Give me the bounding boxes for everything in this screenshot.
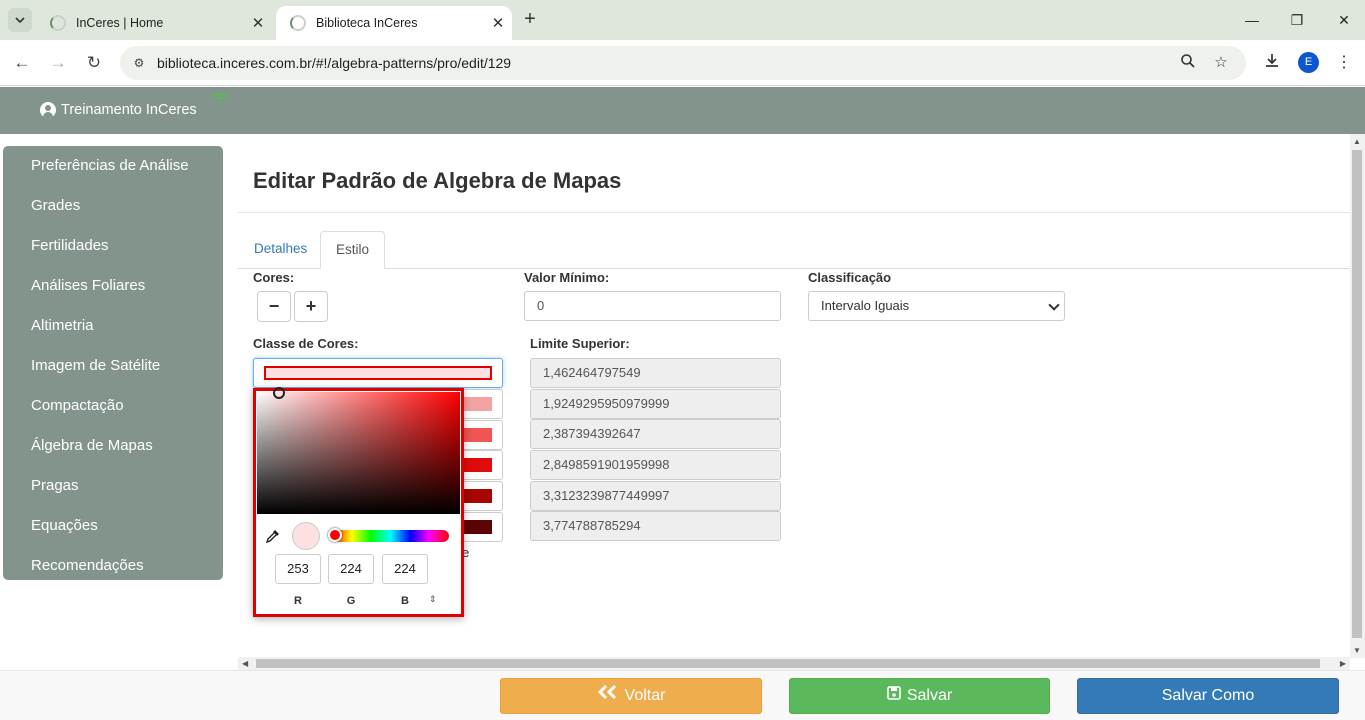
- scroll-up-icon[interactable]: ▲: [1353, 137, 1361, 146]
- hue-slider[interactable]: [332, 530, 449, 542]
- sidebar-item-algebra-mapas[interactable]: Álgebra de Mapas: [3, 426, 223, 466]
- classificacao-select[interactable]: Intervalo Iguais: [808, 291, 1065, 321]
- color-preview: [292, 522, 320, 550]
- classificacao-selected-value: Intervalo Iguais: [821, 298, 910, 313]
- menu-kebab-icon[interactable]: ⋮: [1333, 52, 1355, 74]
- limite-superior-label: Limite Superior:: [530, 336, 630, 351]
- app-header: Treinamento InCeres: [0, 87, 1365, 134]
- divider: [238, 212, 1350, 213]
- minimize-button[interactable]: —: [1240, 8, 1264, 32]
- valor-minimo-label: Valor Mínimo:: [524, 270, 610, 285]
- red-input[interactable]: 253: [275, 554, 321, 584]
- save-as-button-label: Salvar Como: [1161, 687, 1255, 704]
- user-circle-icon: [40, 102, 56, 118]
- valor-minimo-input[interactable]: 0: [524, 291, 781, 321]
- close-icon[interactable]: ✕: [244, 14, 272, 32]
- browser-toolbar: ← → ↻ ⚙ biblioteca.inceres.com.br/#!/alg…: [0, 40, 1365, 86]
- user-name: Treinamento InCeres: [61, 102, 197, 118]
- red-label: R: [294, 595, 302, 607]
- profile-avatar[interactable]: E: [1298, 52, 1319, 73]
- wifi-icon: [211, 93, 229, 103]
- tab-estilo[interactable]: Estilo: [320, 231, 386, 269]
- footer-bar: Voltar Salvar Salvar Como: [0, 670, 1365, 720]
- tab-title: Biblioteca InCeres: [316, 16, 418, 30]
- download-icon[interactable]: [1261, 52, 1283, 74]
- page-title: Editar Padrão de Algebra de Mapas: [253, 168, 622, 193]
- tab-search-button[interactable]: [8, 8, 32, 32]
- classificacao-label: Classificação: [808, 270, 892, 285]
- limite-superior-value: 1,9249295950979999: [530, 389, 781, 419]
- tab-detalhes[interactable]: Detalhes: [239, 231, 322, 269]
- color-swatch: [264, 366, 492, 380]
- sidebar-item-recomendacoes[interactable]: Recomendações: [3, 546, 223, 586]
- limite-superior-value: 3,774788785294: [530, 511, 781, 541]
- loading-icon: [50, 15, 66, 31]
- sidebar-item-imagem-satelite[interactable]: Imagem de Satélite: [3, 346, 223, 386]
- sidebar-item-fertilidades[interactable]: Fertilidades: [3, 226, 223, 266]
- limite-superior-value: 3,3123239877449997: [530, 481, 781, 511]
- address-bar[interactable]: ⚙ biblioteca.inceres.com.br/#!/algebra-p…: [120, 46, 1246, 80]
- sidebar-item-equacoes[interactable]: Equações: [3, 506, 223, 546]
- limite-superior-value: 1,462464797549: [530, 358, 781, 388]
- eyedropper-icon[interactable]: [265, 528, 281, 544]
- chevron-down-icon: [15, 17, 25, 24]
- loading-icon: [290, 15, 306, 31]
- hue-slider-handle[interactable]: [328, 528, 342, 542]
- forward-arrow-icon[interactable]: →: [45, 50, 71, 76]
- floppy-disk-icon: [887, 678, 901, 714]
- sidebar-item-analises-foliares[interactable]: Análises Foliares: [3, 266, 223, 306]
- sidebar-item-grades[interactable]: Grades: [3, 186, 223, 226]
- back-button[interactable]: Voltar: [500, 678, 762, 714]
- remove-color-button[interactable]: −: [257, 291, 291, 322]
- zoom-icon[interactable]: [1178, 53, 1198, 73]
- scrollbar-thumb[interactable]: [1352, 150, 1362, 638]
- scroll-right-icon[interactable]: ▶: [1340, 659, 1346, 668]
- scroll-left-icon[interactable]: ◀: [242, 659, 248, 668]
- save-as-button[interactable]: Salvar Como: [1077, 678, 1339, 714]
- sidebar-item-compactacao[interactable]: Compactação: [3, 386, 223, 426]
- browser-tabstrip: InCeres | Home ✕ Biblioteca InCeres ✕ + …: [0, 0, 1365, 40]
- green-label: G: [346, 595, 356, 607]
- mode-toggle-icon[interactable]: ⇕: [429, 594, 437, 605]
- saturation-handle[interactable]: [273, 387, 285, 399]
- horizontal-scrollbar[interactable]: ◀ ▶: [238, 657, 1350, 670]
- bookmark-star-icon[interactable]: ☆: [1211, 53, 1231, 73]
- limite-superior-value: 2,387394392647: [530, 419, 781, 449]
- browser-tab-biblioteca[interactable]: Biblioteca InCeres ✕: [276, 6, 512, 40]
- double-chevron-left-icon: [597, 678, 619, 714]
- url-text[interactable]: biblioteca.inceres.com.br/#!/algebra-pat…: [157, 55, 511, 71]
- sidebar: Preferências de Análise Grades Fertilida…: [3, 146, 223, 580]
- close-window-button[interactable]: ✕: [1332, 8, 1356, 32]
- sidebar-item-preferencias[interactable]: Preferências de Análise: [3, 146, 223, 186]
- tab-title: InCeres | Home: [76, 16, 164, 30]
- green-input[interactable]: 224: [328, 554, 374, 584]
- scrollbar-thumb[interactable]: [256, 659, 1320, 668]
- blue-input[interactable]: 224: [382, 554, 428, 584]
- back-button-label: Voltar: [624, 687, 666, 704]
- color-picker-popup[interactable]: 253 224 224 R G B ⇕: [253, 387, 464, 617]
- vertical-scrollbar[interactable]: ▲ ▼: [1350, 134, 1365, 658]
- scroll-down-icon[interactable]: ▼: [1353, 646, 1361, 655]
- blue-label: B: [401, 595, 409, 607]
- save-button-label: Salvar: [906, 687, 953, 704]
- new-tab-button[interactable]: +: [518, 8, 542, 32]
- back-arrow-icon[interactable]: ←: [9, 50, 35, 76]
- sidebar-item-altimetria[interactable]: Altimetria: [3, 306, 223, 346]
- limite-superior-value: 2,8498591901959998: [530, 450, 781, 480]
- add-color-button[interactable]: +: [294, 291, 328, 322]
- chevron-down-icon: [1048, 299, 1060, 311]
- sidebar-item-pragas[interactable]: Pragas: [3, 466, 223, 506]
- browser-tab-home[interactable]: InCeres | Home ✕: [36, 6, 272, 40]
- saturation-area[interactable]: [257, 387, 460, 514]
- restore-button[interactable]: ❐: [1285, 8, 1309, 32]
- tabs-divider: [238, 268, 1350, 269]
- user-menu[interactable]: Treinamento InCeres: [40, 102, 197, 118]
- cores-label: Cores:: [253, 270, 295, 285]
- color-class-row[interactable]: [253, 358, 503, 388]
- site-settings-icon[interactable]: ⚙: [130, 54, 148, 72]
- reload-icon[interactable]: ↻: [81, 50, 107, 76]
- close-icon[interactable]: ✕: [484, 14, 512, 32]
- save-button[interactable]: Salvar: [789, 678, 1050, 714]
- classe-cores-label: Classe de Cores:: [253, 336, 359, 351]
